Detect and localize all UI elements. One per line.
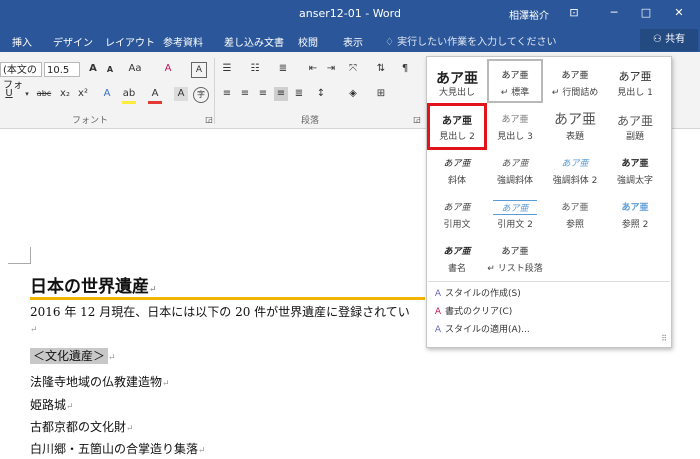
style-book-title[interactable]: あア亜 書名 xyxy=(429,237,485,277)
empty-paragraph-mark: ↵ xyxy=(30,325,38,335)
numbering-button[interactable]: ☷ xyxy=(248,62,262,76)
change-case-button[interactable]: Aa xyxy=(124,62,146,76)
list-item[interactable]: 法隆寺地域の仏教建造物↵ xyxy=(30,373,170,390)
document-heading[interactable]: 日本の世界遺産↵ xyxy=(30,272,157,297)
clear-formatting-command[interactable]: A 書式のクリア(C) xyxy=(431,304,512,317)
list-item[interactable]: 古都京都の文化財↵ xyxy=(30,418,134,435)
style-heading-3[interactable]: あア亜 見出し 3 xyxy=(487,105,543,145)
maximize-icon[interactable]: □ xyxy=(637,4,655,22)
list-item[interactable]: 白川郷・五箇山の合掌造り集落↵ xyxy=(30,440,206,457)
underline-button[interactable]: U xyxy=(2,87,16,101)
panel-divider xyxy=(428,281,670,282)
justify-button[interactable]: ≡ xyxy=(274,87,288,101)
tell-me-box[interactable]: ♢ 実行したい作業を入力してください xyxy=(385,33,557,48)
paragraph-mark: ↵ xyxy=(149,285,157,295)
style-no-spacing[interactable]: あア亜 ↵ 行間詰め xyxy=(547,61,603,101)
heading-underline xyxy=(30,297,425,300)
align-center-button[interactable]: ≡ xyxy=(238,87,252,101)
enclose-characters-button[interactable]: 字 xyxy=(193,87,209,103)
subscript-button[interactable]: x₂ xyxy=(58,87,72,101)
section-heading[interactable]: ＜文化遺産＞ ↵ xyxy=(30,347,116,364)
style-title[interactable]: あア亜 表題 xyxy=(547,105,603,145)
styles-gallery-panel: あア亜 大見出し あア亜 ↵ 標準 あア亜 ↵ 行間詰め あア亜 見出し 1 あ… xyxy=(426,56,672,348)
distributed-button[interactable]: ≣ xyxy=(292,87,306,101)
superscript-button[interactable]: x² xyxy=(76,87,90,101)
style-intense-emphasis[interactable]: あア亜 強調斜体 xyxy=(487,149,543,189)
minimize-icon[interactable]: ─ xyxy=(605,4,623,22)
style-subtitle[interactable]: あア亜 副題 xyxy=(607,105,663,145)
person-icon: ⚇ xyxy=(652,34,666,45)
strikethrough-button[interactable]: abc xyxy=(34,87,54,101)
sort-button[interactable]: ⇅ xyxy=(374,62,388,76)
increase-indent-button[interactable]: ⇥ xyxy=(324,62,338,76)
tab-references[interactable]: 参考資料 xyxy=(163,34,203,49)
tab-insert[interactable]: 挿入 xyxy=(12,34,32,49)
font-size-combo[interactable]: 10.5 xyxy=(44,62,80,77)
style-intense-reference[interactable]: あア亜 参照 2 xyxy=(607,193,663,233)
resize-grip-icon[interactable]: ⠿ xyxy=(661,334,667,343)
ribbon-tabs: 挿入 デザイン レイアウト 参考資料 差し込み文書 校閲 表示 ♢ 実行したい作… xyxy=(0,28,700,52)
paragraph-group-label: 段落 xyxy=(301,116,320,126)
lightbulb-icon: ♢ xyxy=(385,37,398,48)
align-left-button[interactable]: ≡ xyxy=(220,87,234,101)
apply-styles-icon: A xyxy=(434,325,442,335)
underline-dropdown-icon[interactable]: ▾ xyxy=(20,87,34,101)
font-name-combo[interactable]: (本文のフォ xyxy=(0,62,42,91)
shading-button[interactable]: ◈ xyxy=(346,87,360,101)
style-heading-1[interactable]: あア亜 見出し 1 xyxy=(607,61,663,101)
style-intense-quote[interactable]: あア亜 引用文 2 xyxy=(487,193,543,233)
grow-font-button[interactable]: A xyxy=(86,62,100,76)
margin-corner-mark xyxy=(8,247,31,264)
character-border-button[interactable]: A xyxy=(191,62,207,78)
clear-formatting-button[interactable]: A xyxy=(161,62,175,76)
tab-view[interactable]: 表示 xyxy=(343,34,363,49)
tab-review[interactable]: 校閲 xyxy=(298,34,318,49)
line-spacing-button[interactable]: ↕ xyxy=(314,87,328,101)
create-style-icon: A xyxy=(434,289,442,299)
document-line[interactable]: 2016 年 12 月現在、日本には以下の 20 件が世界遺産に登録されてい xyxy=(30,303,410,320)
user-name[interactable]: 相澤裕介 xyxy=(509,7,549,22)
paragraph-dialog-launcher-icon[interactable]: ◲ xyxy=(410,113,424,127)
style-emphasis[interactable]: あア亜 斜体 xyxy=(429,149,485,189)
bullets-button[interactable]: ☰ xyxy=(220,62,234,76)
close-icon[interactable]: ✕ xyxy=(670,4,688,22)
font-color-button[interactable]: A xyxy=(148,87,162,104)
style-quote[interactable]: あア亜 引用文 xyxy=(429,193,485,233)
apply-styles-command[interactable]: A スタイルの適用(A)... xyxy=(431,322,530,335)
character-shading-button[interactable]: A xyxy=(174,87,188,101)
style-intense-emphasis-2[interactable]: あア亜 強調斜体 2 xyxy=(547,149,603,189)
tab-layout[interactable]: レイアウト xyxy=(105,34,155,49)
text-effects-button[interactable]: A xyxy=(100,87,114,101)
title-bar: anser12-01 - Word 相澤裕介 ⊡ ─ □ ✕ xyxy=(0,0,700,28)
group-separator xyxy=(214,58,215,124)
decrease-indent-button[interactable]: ⇤ xyxy=(306,62,320,76)
align-right-button[interactable]: ≡ xyxy=(256,87,270,101)
style-subtle-reference[interactable]: あア亜 参照 xyxy=(547,193,603,233)
show-marks-button[interactable]: ¶ xyxy=(398,62,412,76)
borders-button[interactable]: ⊞ xyxy=(374,87,388,101)
style-large-heading[interactable]: あア亜 大見出し xyxy=(429,61,485,101)
highlight-button[interactable]: ab xyxy=(122,87,136,104)
highlight-annotation-box xyxy=(427,103,487,150)
create-style-command[interactable]: A スタイルの作成(S) xyxy=(431,286,521,299)
tab-mailings[interactable]: 差し込み文書 xyxy=(224,34,284,49)
multilevel-list-button[interactable]: ≣ xyxy=(276,62,290,76)
share-button[interactable]: ⚇ 共有 xyxy=(640,29,698,51)
window-title: anser12-01 - Word xyxy=(299,7,401,20)
style-normal[interactable]: あア亜 ↵ 標準 xyxy=(487,59,543,103)
tab-design[interactable]: デザイン xyxy=(53,34,93,49)
asian-layout-button[interactable]: ⤧ xyxy=(346,62,360,76)
style-strong[interactable]: あア亜 強調太字 xyxy=(607,149,663,189)
style-list-paragraph[interactable]: あア亜 ↵ リスト段落 xyxy=(487,237,543,277)
clear-formatting-icon: A xyxy=(434,307,442,317)
ribbon-display-options-icon[interactable]: ⊡ xyxy=(565,4,583,22)
shrink-font-button[interactable]: A xyxy=(103,63,117,77)
font-group-label: フォント xyxy=(72,116,109,126)
list-item[interactable]: 姫路城↵ xyxy=(30,396,74,413)
